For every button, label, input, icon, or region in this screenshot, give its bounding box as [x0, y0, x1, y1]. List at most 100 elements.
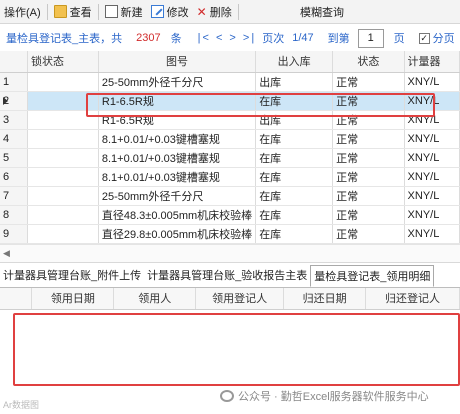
cell-drawing: 直径48.3±0.005mm机床校验棒 — [98, 205, 257, 225]
page-nav-buttons[interactable]: |< < > >| — [198, 32, 257, 44]
paging-checkbox[interactable]: ✓ — [418, 32, 430, 44]
cell-drawing: 8.1+0.01/+0.03键槽塞规 — [98, 167, 257, 187]
tab-attachment-upload[interactable]: 计量器具管理台账_附件上传 — [0, 265, 144, 287]
edit-button[interactable]: 修改 — [147, 0, 193, 24]
row-number: 3 — [0, 110, 29, 130]
wechat-watermark: 公众号 · 勤哲Excel服务器软件服务中心 — [220, 388, 429, 404]
table-row[interactable]: 5 8.1+0.01/+0.03键槽塞规 在库 正常 XNY/L — [0, 148, 460, 168]
page-unit-label: 页 — [393, 33, 405, 45]
horizontal-scrollbar[interactable]: ◀ — [0, 244, 460, 262]
cell-inout: 在库 — [255, 186, 334, 206]
page-label: 页次 — [262, 33, 285, 45]
detail-tabs: 计量器具管理台账_附件上传 计量器具管理台账_验收报告主表 量检具登记表_领用明… — [0, 262, 460, 288]
folder-icon — [53, 5, 67, 18]
cell-meter: XNY/L — [404, 186, 460, 206]
fuzzy-search-label: 模糊查询 — [300, 7, 344, 19]
row-number: 6 — [0, 167, 29, 187]
row-number: 2 — [0, 91, 29, 111]
cell-inout: 出库 — [255, 72, 334, 92]
record-unit: 条 — [170, 33, 182, 45]
cell-status: 正常 — [332, 205, 405, 225]
tab-acceptance-report[interactable]: 计量器具管理台账_验收报告主表 — [144, 265, 310, 287]
cell-meter: XNY/L — [404, 148, 460, 168]
cell-drawing: 25-50mm外径千分尺 — [98, 186, 257, 206]
cell-lock — [27, 224, 99, 244]
new-button-label: 新建 — [120, 6, 143, 19]
column-header-inout[interactable]: 出入库 — [255, 51, 334, 73]
goto-page-input[interactable]: 1 — [357, 28, 384, 48]
operate-menu[interactable]: 操作(A) — [0, 0, 45, 24]
row-number: 4 — [0, 129, 29, 149]
page-indicator: 1/47 — [292, 32, 314, 44]
cell-status: 正常 — [332, 167, 405, 187]
detail-column-header-return-registrar[interactable]: 归还登记人 — [365, 288, 460, 310]
table-header-row: 锁状态 图号 出入库 状态 计量器 — [0, 51, 460, 73]
watermark-text: 公众号 · 勤哲Excel服务器软件服务中心 — [238, 391, 429, 403]
cell-drawing: 直径29.8±0.005mm机床校验棒 — [98, 224, 257, 244]
cell-status: 正常 — [332, 72, 405, 92]
paging-label: 分页 — [432, 33, 455, 45]
operate-menu-label: 操作(A) — [4, 6, 41, 19]
selected-row-highlight — [86, 93, 435, 117]
table-row[interactable]: 4 8.1+0.01/+0.03键槽塞规 在库 正常 XNY/L — [0, 129, 460, 149]
cell-meter: XNY/L — [404, 72, 460, 92]
edit-icon — [150, 5, 164, 18]
cell-drawing: 8.1+0.01/+0.03键槽塞规 — [98, 148, 257, 168]
goto-label: 到第 — [327, 33, 350, 45]
empty-detail-highlight — [13, 313, 460, 386]
checkmark-icon: ✓ — [420, 32, 428, 43]
main-table: 锁状态 图号 出入库 状态 计量器 1 25-50mm外径千分尺 出库 正常 X… — [0, 51, 460, 244]
detail-column-header-borrow-date[interactable]: 领用日期 — [31, 288, 115, 310]
row-number: 5 — [0, 148, 29, 168]
cell-meter: XNY/L — [404, 129, 460, 149]
table-row[interactable]: 6 8.1+0.01/+0.03键槽塞规 在库 正常 XNY/L — [0, 167, 460, 187]
pagination-bar: 量检具登记表_主表，共 2307 条 |< < > >| 页次 1/47 到第 … — [0, 26, 460, 50]
table-title: 量检具登记表_主表，共 — [6, 33, 123, 45]
table-row[interactable]: 9 直径29.8±0.005mm机床校验棒 在库 正常 XNY/L — [0, 224, 460, 244]
cell-lock — [27, 205, 99, 225]
column-header-status[interactable]: 状态 — [332, 51, 405, 73]
detail-column-header-rownum — [0, 288, 33, 310]
row-number: 7 — [0, 186, 29, 206]
row-number: 1 — [0, 72, 29, 92]
toolbar-divider — [46, 3, 48, 20]
view-button-label: 查看 — [69, 6, 92, 19]
edit-button-label: 修改 — [166, 6, 189, 19]
cell-lock — [27, 129, 99, 149]
table-row[interactable]: 1 25-50mm外径千分尺 出库 正常 XNY/L — [0, 72, 460, 92]
detail-column-header-borrow-registrar[interactable]: 领用登记人 — [195, 288, 285, 310]
cell-status: 正常 — [332, 186, 405, 206]
new-button[interactable]: 新建 — [101, 0, 147, 24]
cell-drawing: 8.1+0.01/+0.03键槽塞规 — [98, 129, 257, 149]
cell-meter: XNY/L — [404, 167, 460, 187]
detail-column-header-borrower[interactable]: 领用人 — [113, 288, 197, 310]
column-header-drawing[interactable]: 图号 — [98, 51, 257, 73]
toolbar: 操作(A) 查看 新建 修改 ✕ 删除 模糊查询 — [0, 0, 460, 24]
row-number: 9 — [0, 224, 29, 244]
column-header-lock[interactable]: 锁状态 — [27, 51, 99, 73]
fuzzy-search-button[interactable]: 模糊查询 — [300, 0, 344, 24]
column-header-meter[interactable]: 计量器 — [404, 51, 460, 73]
toolbar-divider — [97, 3, 99, 20]
cell-status: 正常 — [332, 224, 405, 244]
new-document-icon — [104, 5, 118, 18]
cell-meter: XNY/L — [404, 205, 460, 225]
cell-lock — [27, 72, 99, 92]
toolbar-divider — [237, 3, 239, 20]
table-row[interactable]: 7 25-50mm外径千分尺 在库 正常 XNY/L — [0, 186, 460, 206]
cell-meter: XNY/L — [404, 224, 460, 244]
delete-button-label: 删除 — [209, 6, 232, 19]
row-number: 8 — [0, 205, 29, 225]
cell-inout: 在库 — [255, 148, 334, 168]
cell-lock — [27, 167, 99, 187]
detail-column-header-return-date[interactable]: 归还日期 — [283, 288, 367, 310]
view-button[interactable]: 查看 — [50, 0, 96, 24]
scroll-left-icon[interactable]: ◀ — [3, 248, 10, 259]
delete-icon: ✕ — [196, 4, 207, 19]
cell-status: 正常 — [332, 129, 405, 149]
cell-lock — [27, 148, 99, 168]
tab-borrow-details[interactable]: 量检具登记表_领用明细 — [310, 265, 435, 287]
table-row[interactable]: 8 直径48.3±0.005mm机床校验棒 在库 正常 XNY/L — [0, 205, 460, 225]
cell-lock — [27, 186, 99, 206]
delete-button[interactable]: ✕ 删除 — [193, 0, 236, 24]
